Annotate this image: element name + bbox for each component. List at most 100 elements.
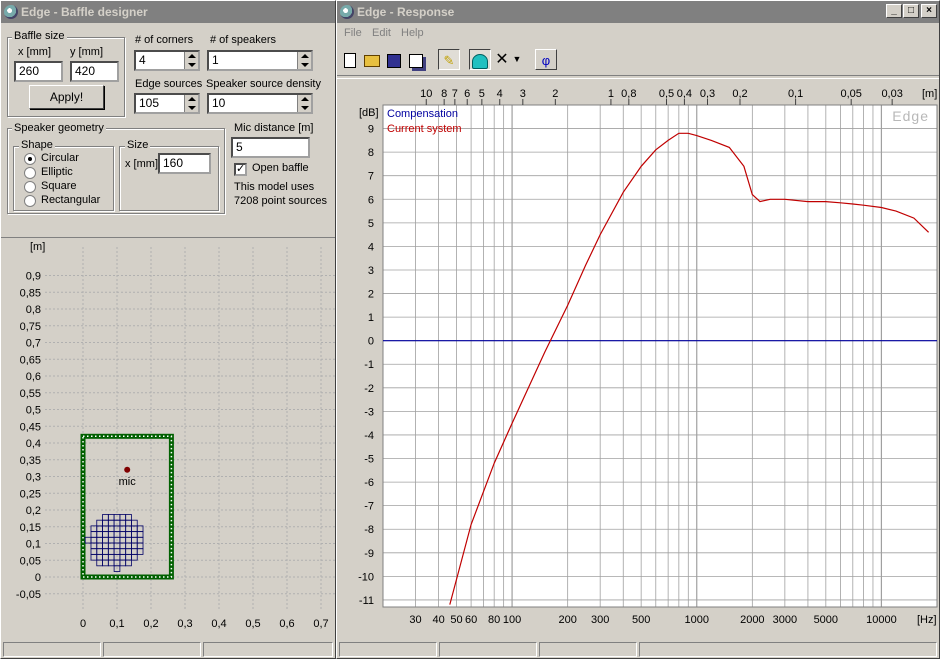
response-x-tick-label: 300: [591, 614, 609, 626]
response-y-tick-label: -8: [364, 524, 374, 536]
menu-edit[interactable]: Edit: [372, 27, 391, 39]
response-x-tick-label: 500: [632, 614, 650, 626]
response-y-tick-label: -1: [364, 359, 374, 371]
shape-elliptic-label: Elliptic: [41, 166, 73, 178]
speakers-stepper[interactable]: 1: [207, 50, 313, 71]
response-plot-area: [383, 105, 937, 607]
corners-stepper[interactable]: 4: [134, 50, 200, 71]
baffle-x-label: x [mm]: [18, 46, 51, 58]
response-x-tick-label: 80: [488, 614, 500, 626]
response-x-tick-label: 1000: [685, 614, 709, 626]
baffle-x-input[interactable]: 260: [14, 61, 63, 82]
open-baffle-checkbox[interactable]: ✓: [234, 163, 247, 176]
response-y-tick-label: -4: [364, 430, 374, 442]
baffle-y-tick-label: 0,35: [20, 455, 41, 467]
baffle-statusbar: [1, 640, 335, 658]
response-status-cell-3: [539, 642, 637, 657]
phase-icon[interactable]: φ: [535, 49, 557, 70]
app-icon: [4, 5, 18, 19]
apply-button[interactable]: Apply!: [29, 85, 104, 109]
baffle-y-tick-label: 0,25: [20, 488, 41, 500]
shape-square-radio[interactable]: [24, 181, 36, 193]
response-top-tick-label: 0,05: [840, 88, 861, 100]
baffle-y-tick-label: 0,75: [20, 321, 41, 333]
corners-value: 4: [139, 53, 146, 67]
speaker-size-input[interactable]: 160: [158, 153, 211, 174]
speaker-density-spin-icon[interactable]: [297, 95, 311, 112]
response-y-tick-label: -3: [364, 406, 374, 418]
baffle-y-tick-label: 0,7: [26, 338, 41, 350]
response-y-tick-label: 3: [368, 265, 374, 277]
shape-circular-radio[interactable]: [24, 153, 36, 165]
response-x-axis-label: [Hz]: [917, 614, 937, 626]
minimize-icon[interactable]: _: [886, 4, 902, 18]
response-top-tick-label: 0,3: [700, 88, 715, 100]
response-chart[interactable]: 9876543210-1-2-3-4-5-6-7-8-9-10-11 30 40 5…: [337, 79, 940, 639]
speakers-spin-icon[interactable]: [297, 52, 311, 69]
baffle-y-tick-label: 0,4: [26, 438, 41, 450]
shape-label: Shape: [19, 139, 55, 151]
response-status-cell-1: [339, 642, 437, 657]
response-x-tick-label: 60: [465, 614, 477, 626]
edge-sources-stepper[interactable]: 105: [134, 93, 200, 114]
response-y-tick-label: -5: [364, 454, 374, 466]
edge-sources-spin-icon[interactable]: [184, 95, 198, 112]
baffle-y-tick-label: 0,5: [26, 405, 41, 417]
corners-spin-icon[interactable]: [184, 52, 198, 69]
response-window-titlebar[interactable]: Edge - Response _ □ ×: [337, 1, 939, 23]
menu-file[interactable]: File: [344, 27, 362, 39]
baffle-y-tick-label: 0,8: [26, 304, 41, 316]
response-top-tick-label: 5: [479, 88, 485, 100]
baffle-y-tick-label: 0,3: [26, 472, 41, 484]
shape-elliptic-radio[interactable]: [24, 167, 36, 179]
speakers-label: # of speakers: [210, 34, 277, 46]
response-y-tick-label: 1: [368, 312, 374, 324]
response-top-tick-label: 0,4: [677, 88, 692, 100]
menu-help[interactable]: Help: [401, 27, 424, 39]
mic-distance-input[interactable]: 5: [231, 137, 310, 158]
draw-icon[interactable]: ✎: [438, 49, 460, 70]
response-y-tick-label: 9: [368, 124, 374, 136]
edge-watermark: Edge: [892, 108, 929, 124]
speaker-icon[interactable]: [469, 49, 491, 70]
shape-circular-label: Circular: [41, 152, 79, 164]
model-info-line2: 7208 point sources: [234, 195, 327, 207]
dropdown-icon[interactable]: ▼: [511, 49, 523, 70]
size-x-label: x [mm]: [125, 158, 158, 170]
response-y-tick-label: -6: [364, 477, 374, 489]
response-y-tick-label: 2: [368, 289, 374, 301]
baffle-x-tick-label: 0,7: [313, 618, 328, 630]
save-icon[interactable]: [383, 49, 405, 70]
response-top-tick-label: 0,03: [881, 88, 902, 100]
maximize-icon[interactable]: □: [903, 4, 919, 18]
baffle-y-input[interactable]: 420: [70, 61, 119, 82]
response-top-tick-label: 7: [452, 88, 458, 100]
baffle-plot[interactable]: [m] 0,9 0,85 0,8 0,75 0,7 0,65 0,6 0,55 0,5 0,45 0…: [1, 239, 335, 642]
response-status-cell-4: [639, 642, 937, 657]
response-y-tick-label: -7: [364, 501, 374, 513]
shape-rectangular-radio[interactable]: [24, 195, 36, 207]
baffle-window-title: Edge - Baffle designer: [21, 5, 148, 19]
baffle-x-tick-label: 0,2: [143, 618, 158, 630]
open-icon[interactable]: [361, 49, 383, 70]
response-top-tick-label: 0,2: [732, 88, 747, 100]
copy-icon[interactable]: [405, 49, 427, 70]
baffle-window-titlebar[interactable]: Edge - Baffle designer: [1, 1, 335, 23]
mic-distance-label: Mic distance [m]: [234, 122, 314, 134]
baffle-status-cell-1: [3, 642, 101, 657]
close-icon[interactable]: ×: [921, 4, 937, 18]
edge-sources-label: Edge sources: [135, 78, 203, 90]
baffle-x-tick-label: 0,6: [279, 618, 294, 630]
new-icon[interactable]: [339, 49, 361, 70]
corners-label: # of corners: [135, 34, 194, 46]
mic-marker-icon[interactable]: [124, 466, 131, 473]
speaker-density-stepper[interactable]: 10: [207, 93, 313, 114]
shape-square-label: Square: [41, 180, 77, 192]
response-window-title: Edge - Response: [357, 5, 455, 19]
baffle-x-tick-label: 0,5: [245, 618, 260, 630]
delete-icon[interactable]: ✕: [491, 49, 513, 70]
baffle-y-tick-label: 0,55: [20, 388, 41, 400]
baffle-x-tick-label: 0,1: [109, 618, 124, 630]
response-y-tick-label: -9: [364, 548, 374, 560]
response-y-tick-label: 8: [368, 147, 374, 159]
